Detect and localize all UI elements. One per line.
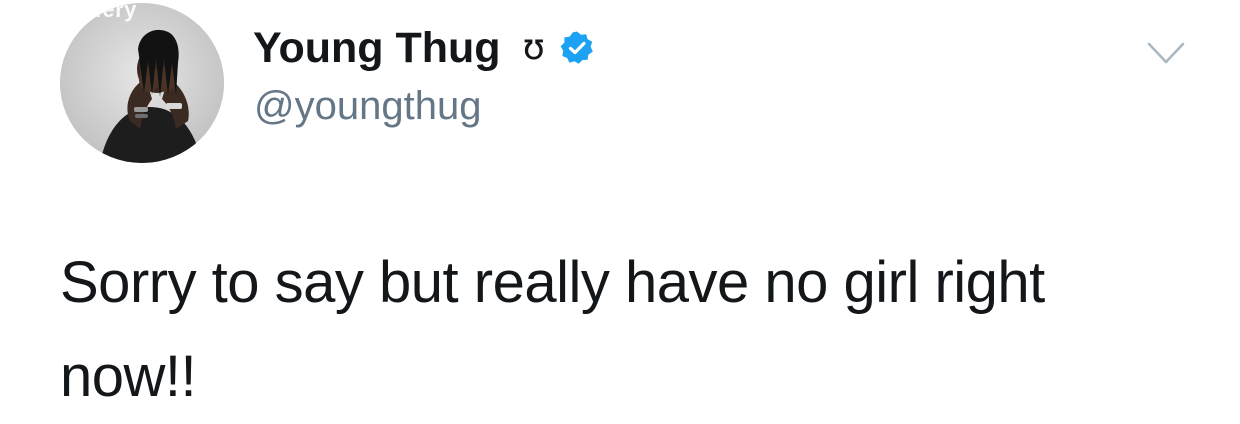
- avatar-watermark: effery: [74, 3, 137, 22]
- author-handle[interactable]: @youngthug: [254, 82, 481, 130]
- name-emoji: ʊ: [522, 27, 545, 68]
- verified-badge-icon: [559, 30, 595, 66]
- avatar[interactable]: effery: [60, 3, 224, 163]
- chevron-down-icon[interactable]: [1146, 40, 1186, 68]
- author-name-row: Young Thug ʊ: [253, 22, 595, 74]
- tweet-text: Sorry to say but really have no girl rig…: [60, 250, 1045, 409]
- tweet-card: effery Young Thug ʊ @youngthug Sorry to …: [0, 0, 1240, 413]
- author-display-name[interactable]: Young Thug: [253, 22, 501, 74]
- avatar-photo: [60, 3, 224, 163]
